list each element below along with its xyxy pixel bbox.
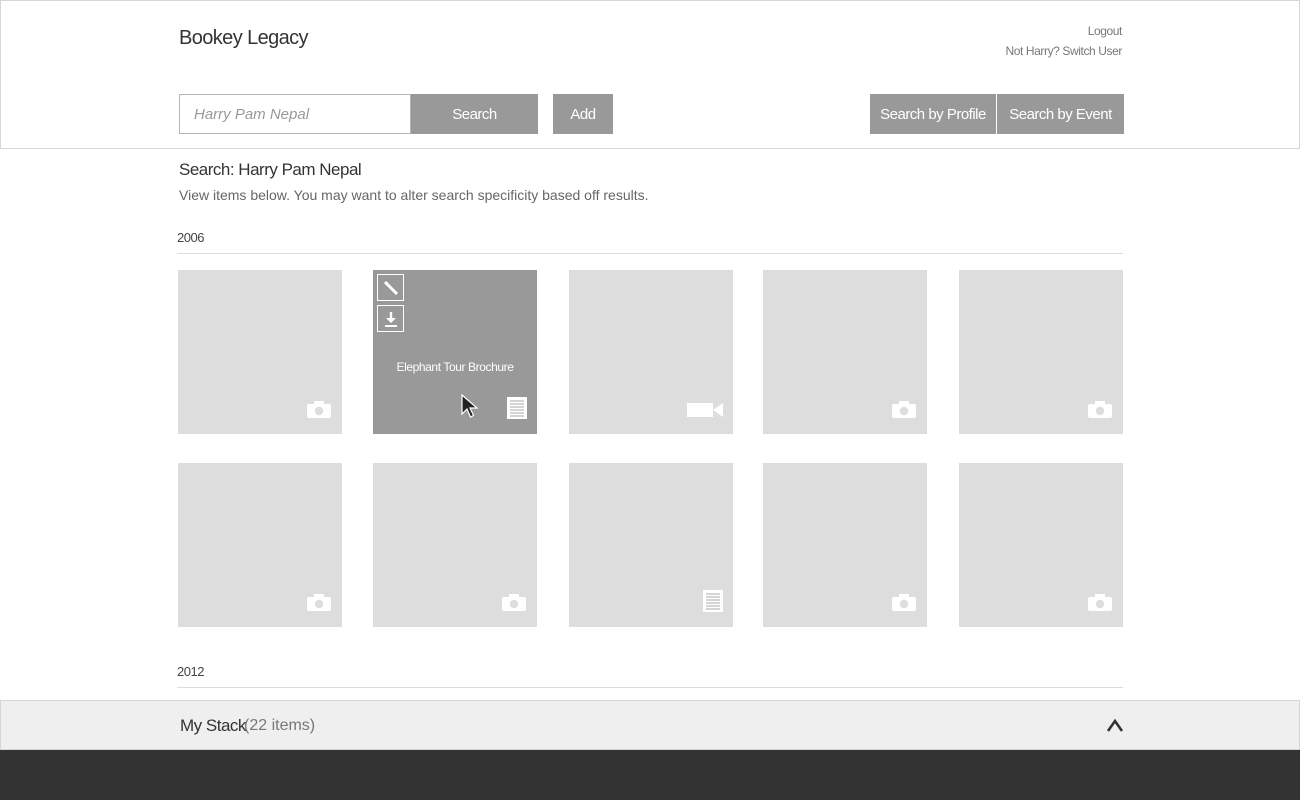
document-icon [703,590,723,617]
edit-icon[interactable] [377,274,404,301]
download-icon[interactable] [377,305,404,332]
document-icon [507,397,527,424]
result-tile[interactable] [959,270,1123,434]
result-tile[interactable] [569,270,733,434]
results-subtitle: View items below. You may want to alter … [179,187,649,203]
camera-icon [306,401,332,424]
result-tile[interactable] [763,270,927,434]
search-by-profile-button[interactable]: Search by Profile [870,94,996,134]
stack-title: My Stack [180,716,246,735]
mouse-cursor-icon [461,393,479,425]
camera-icon [891,401,917,424]
year-heading: 2006 [177,230,204,245]
year-heading: 2012 [177,664,204,679]
app-header: Bookey Legacy Logout Not Harry? Switch U… [0,0,1300,80]
chevron-up-icon[interactable] [1105,715,1125,735]
result-tile[interactable] [763,463,927,627]
year-divider [177,253,1123,254]
search-by-event-button[interactable]: Search by Event [997,94,1124,134]
switch-user-link[interactable]: Not Harry? Switch User [1005,41,1122,61]
camera-icon [891,594,917,617]
result-tile[interactable] [569,463,733,627]
camera-icon [306,594,332,617]
my-stack-bar[interactable]: My Stack (22 items) [0,700,1300,750]
result-tile[interactable]: Elephant Tour Brochure [373,270,537,434]
logout-link[interactable]: Logout [1005,21,1123,41]
search-input[interactable] [179,94,411,134]
app-title[interactable]: Bookey Legacy [179,27,309,50]
camera-icon [501,594,527,617]
add-button[interactable]: Add [553,94,613,134]
result-tile[interactable] [959,463,1123,627]
footer [0,750,1300,800]
search-toolbar: Search Add Search by Profile Search by E… [0,79,1300,149]
user-links: Logout Not Harry? Switch User [1005,21,1122,61]
result-tile[interactable] [373,463,537,627]
camera-icon [1087,401,1113,424]
video-icon [687,401,723,424]
stack-count: (22 items) [244,717,316,734]
year-divider [177,687,1123,688]
tile-title: Elephant Tour Brochure [396,360,514,374]
results-title: Search: Harry Pam Nepal [179,160,362,179]
camera-icon [1087,594,1113,617]
result-tile[interactable] [178,270,342,434]
search-button[interactable]: Search [411,94,538,134]
result-tile[interactable] [178,463,342,627]
